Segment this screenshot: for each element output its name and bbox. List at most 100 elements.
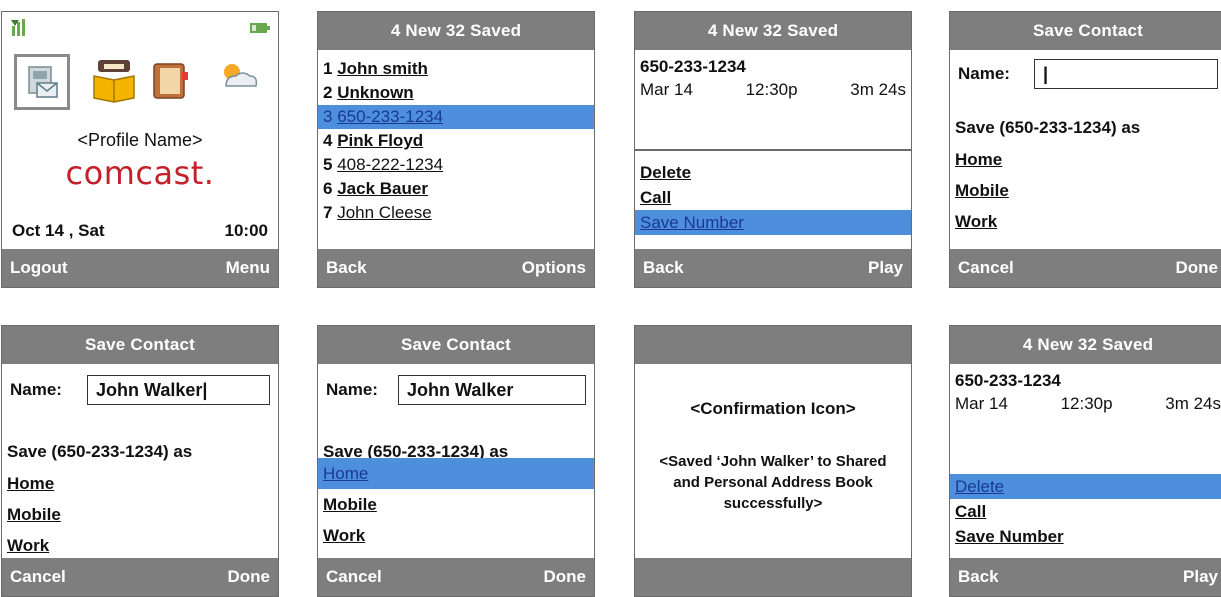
signal-icon — [11, 19, 25, 36]
screen-header: Save Contact — [318, 326, 594, 364]
screen-header: 4 New 32 Saved — [318, 12, 594, 50]
save-contact-screen: Save Contact Name: John Walker| Save (65… — [1, 325, 279, 597]
name-row: Name: | — [958, 59, 1218, 90]
list-item[interactable]: 7 John Cleese — [318, 201, 594, 225]
name-label: Name: — [958, 64, 1010, 83]
softkey-bar: Back Play — [635, 249, 911, 287]
name-input[interactable]: John Walker — [398, 375, 586, 405]
voicemail-list-screen: 4 New 32 Saved 1 John smith 2 Unknown 3 … — [317, 11, 595, 288]
screen-header: Save Contact — [2, 326, 278, 364]
caller-number: 650-233-1234 — [640, 57, 746, 76]
message-detail-screen: 4 New 32 Saved 650-233-1234 Mar 14 12:30… — [634, 11, 912, 288]
softkey-bar — [635, 558, 911, 596]
list-item[interactable]: 5 408-222-1234 — [318, 153, 594, 177]
work-choice[interactable]: Work — [950, 206, 1221, 237]
battery-icon — [250, 23, 270, 33]
done-softkey[interactable]: Done — [1176, 258, 1219, 278]
weather-icon[interactable] — [212, 54, 264, 106]
work-choice[interactable]: Work — [318, 520, 594, 551]
notebook-icon[interactable] — [144, 54, 196, 106]
message-duration: 3m 24s — [1165, 394, 1221, 413]
back-softkey[interactable]: Back — [958, 567, 999, 587]
profile-name: <Profile Name> — [77, 130, 203, 150]
softkey-bar: Back Play — [950, 558, 1221, 596]
save-contact-screen: Save Contact Name: John Walker Save (650… — [317, 325, 595, 597]
caller-number: 650-233-1234 — [955, 371, 1061, 390]
done-softkey[interactable]: Done — [228, 567, 271, 587]
date-time-row: Oct 14 , Sat 10:00 — [12, 221, 268, 241]
mailbox-icon[interactable] — [14, 54, 70, 110]
comcast-logo: comcast. — [65, 154, 215, 192]
name-label: Name: — [10, 380, 62, 399]
softkey-bar: Cancel Done — [2, 558, 278, 596]
back-softkey[interactable]: Back — [326, 258, 367, 278]
message-time: 12:30p — [745, 80, 798, 99]
delete-option[interactable]: Delete — [950, 474, 1221, 499]
save-as-label: Save (650-233-1234) as — [955, 118, 1141, 137]
list-item-selected[interactable]: 3 650-233-1234 — [318, 105, 594, 129]
message-info: 650-233-1234 Mar 14 12:30p 3m 24s — [955, 371, 1221, 414]
save-as-label: Save (650-233-1234) as — [7, 442, 193, 461]
mobile-choice[interactable]: Mobile — [318, 489, 594, 520]
confirmation-icon-placeholder: <Confirmation Icon> — [690, 399, 856, 418]
name-row: Name: John Walker| — [10, 375, 270, 406]
message-duration: 3m 24s — [850, 80, 906, 99]
softkey-bar: Back Options — [318, 249, 594, 287]
home-choice[interactable]: Home — [950, 144, 1221, 175]
voicemail-list: 1 John smith 2 Unknown 3 650-233-1234 4 … — [318, 57, 594, 225]
confirmation-message: <Saved ‘John Walker’ to Shared and Perso… — [659, 453, 887, 512]
menu-softkey[interactable]: Menu — [226, 258, 270, 278]
play-softkey[interactable]: Play — [868, 258, 903, 278]
softkey-bar: Cancel Done — [950, 249, 1221, 287]
delete-option[interactable]: Delete — [635, 160, 911, 185]
logout-softkey[interactable]: Logout — [10, 258, 68, 278]
home-choice[interactable]: Home — [2, 468, 278, 499]
list-item[interactable]: 6 Jack Bauer — [318, 177, 594, 201]
softkey-bar: Cancel Done — [318, 558, 594, 596]
done-softkey[interactable]: Done — [544, 567, 587, 587]
message-time: 12:30p — [1060, 394, 1113, 413]
work-choice[interactable]: Work — [2, 530, 278, 561]
name-input[interactable]: | — [1034, 59, 1218, 89]
call-option[interactable]: Call — [635, 185, 911, 210]
status-bar — [10, 18, 270, 38]
home-choice[interactable]: Home — [318, 458, 594, 489]
name-label: Name: — [326, 380, 378, 399]
options-menu: Delete Call Save Number — [635, 160, 911, 235]
softkey-bar: Logout Menu — [2, 249, 278, 287]
message-info: 650-233-1234 Mar 14 12:30p 3m 24s — [640, 57, 906, 100]
cancel-softkey[interactable]: Cancel — [958, 258, 1014, 278]
save-contact-screen: Save Contact Name: | Save (650-233-1234)… — [949, 11, 1221, 288]
list-item[interactable]: 4 Pink Floyd — [318, 129, 594, 153]
cancel-softkey[interactable]: Cancel — [10, 567, 66, 587]
screen-header: 4 New 32 Saved — [950, 326, 1221, 364]
number-type-list: Home Mobile Work — [2, 468, 278, 561]
number-type-list: Home Mobile Work — [950, 144, 1221, 237]
message-detail-screen: 4 New 32 Saved 650-233-1234 Mar 14 12:30… — [949, 325, 1221, 597]
save-number-option[interactable]: Save Number — [635, 210, 911, 235]
cancel-softkey[interactable]: Cancel — [326, 567, 382, 587]
home-screen: <Profile Name> comcast. Oct 14 , Sat 10:… — [1, 11, 279, 288]
phone-book-icon[interactable] — [88, 54, 140, 106]
message-date: Mar 14 — [955, 394, 1008, 413]
screen-header: 4 New 32 Saved — [635, 12, 911, 50]
number-type-list: Home Mobile Work — [318, 458, 594, 551]
options-menu: Delete Call Save Number — [950, 474, 1221, 549]
save-number-option[interactable]: Save Number — [950, 524, 1221, 549]
screen-header — [635, 326, 911, 364]
name-input[interactable]: John Walker| — [87, 375, 270, 405]
options-softkey[interactable]: Options — [522, 258, 586, 278]
date-text: Oct 14 , Sat — [12, 221, 105, 240]
mobile-choice[interactable]: Mobile — [2, 499, 278, 530]
confirmation-screen: <Confirmation Icon> <Saved ‘John Walker’… — [634, 325, 912, 597]
list-item[interactable]: 2 Unknown — [318, 81, 594, 105]
mobile-choice[interactable]: Mobile — [950, 175, 1221, 206]
time-text: 10:00 — [224, 221, 268, 240]
screen-header: Save Contact — [950, 12, 1221, 50]
call-option[interactable]: Call — [950, 499, 1221, 524]
app-icons-row — [12, 54, 268, 112]
back-softkey[interactable]: Back — [643, 258, 684, 278]
list-item[interactable]: 1 John smith — [318, 57, 594, 81]
play-softkey[interactable]: Play — [1183, 567, 1218, 587]
message-date: Mar 14 — [640, 80, 693, 99]
